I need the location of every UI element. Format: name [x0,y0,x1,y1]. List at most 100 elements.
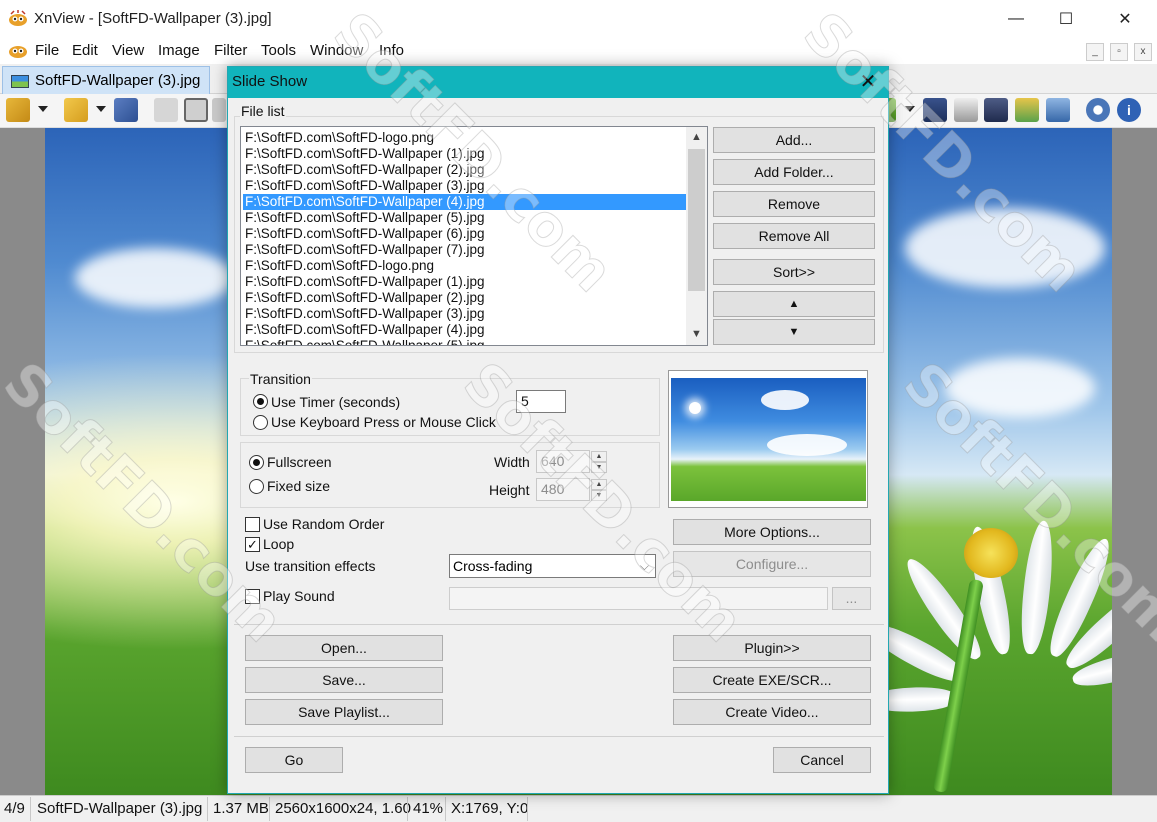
file-list-item[interactable]: F:\SoftFD.com\SoftFD-logo.png [243,130,687,146]
height-label: Height [489,482,530,498]
transition-effect-select[interactable]: Cross-fading ⌵ [449,554,656,578]
plugin-button[interactable]: Plugin>> [673,635,871,661]
scroll-down-icon[interactable]: ▼ [686,324,707,344]
mdi-restore-button[interactable]: ▫ [1110,43,1128,61]
fixed-size-label: Fixed size [267,478,331,494]
browse-sound-button[interactable]: ... [832,587,871,610]
go-button[interactable]: Go [245,747,343,773]
save-playlist-button[interactable]: Save Playlist... [245,699,443,725]
status-filename: SoftFD-Wallpaper (3).jpg [37,800,203,817]
height-spin-up-icon[interactable]: ▲ [591,479,607,490]
fixed-size-radio[interactable] [249,479,264,494]
file-list-item[interactable]: F:\SoftFD.com\SoftFD-Wallpaper (1).jpg [243,274,687,290]
mdi-minimize-button[interactable]: _ [1086,43,1104,61]
chevron-down-icon[interactable] [96,106,106,112]
more-options-button[interactable]: More Options... [673,519,871,545]
binoculars-icon[interactable] [923,98,947,122]
scroll-thumb[interactable] [688,149,705,291]
open-folder-icon[interactable] [64,98,88,122]
undo-icon[interactable] [154,98,178,122]
transition-effects-label: Use transition effects [245,558,376,574]
width-spin-up-icon[interactable]: ▲ [591,451,607,462]
maximize-button[interactable]: ☐ [1043,0,1089,38]
cancel-button[interactable]: Cancel [773,747,871,773]
save-icon[interactable] [114,98,138,122]
keyboard-mouse-label: Use Keyboard Press or Mouse Click [271,414,496,430]
dialog-close-button[interactable]: ✕ [852,68,884,96]
file-list-item[interactable]: F:\SoftFD.com\SoftFD-Wallpaper (1).jpg [243,146,687,162]
mdi-close-button[interactable]: x [1134,43,1152,61]
file-list-item[interactable]: F:\SoftFD.com\SoftFD-Wallpaper (7).jpg [243,242,687,258]
scanner-icon[interactable] [984,98,1008,122]
file-listbox[interactable]: F:\SoftFD.com\SoftFD-logo.png F:\SoftFD.… [240,126,708,346]
remove-all-button[interactable]: Remove All [713,223,875,249]
file-list-item[interactable]: F:\SoftFD.com\SoftFD-Wallpaper (4).jpg [243,322,687,338]
file-list-item-selected[interactable]: F:\SoftFD.com\SoftFD-Wallpaper (4).jpg [243,194,687,210]
timer-seconds-input[interactable]: 5 [516,390,566,413]
fullscreen-radio[interactable] [249,455,264,470]
add-button[interactable]: Add... [713,127,875,153]
move-up-button[interactable]: ▲ [713,291,875,317]
file-list-item[interactable]: F:\SoftFD.com\SoftFD-Wallpaper (3).jpg [243,178,687,194]
create-video-button[interactable]: Create Video... [673,699,871,725]
save-button[interactable]: Save... [245,667,443,693]
random-order-checkbox[interactable] [245,517,260,532]
wallpaper-icon[interactable] [1015,98,1039,122]
status-index: 4/9 [4,800,25,817]
print-icon[interactable] [954,98,978,122]
file-list-item[interactable]: F:\SoftFD.com\SoftFD-Wallpaper (2).jpg [243,162,687,178]
flower-center [964,528,1018,578]
use-timer-radio[interactable] [253,394,268,409]
file-list-item[interactable]: F:\SoftFD.com\SoftFD-Wallpaper (5).jpg [243,338,687,345]
chevron-down-icon: ⌵ [639,559,649,573]
info-icon[interactable]: i [1117,98,1141,122]
browser-icon[interactable] [6,98,30,122]
move-down-button[interactable]: ▼ [713,319,875,345]
play-sound-checkbox[interactable] [245,589,260,604]
loop-checkbox[interactable]: ✓ [245,537,260,552]
document-tab[interactable]: SoftFD-Wallpaper (3).jpg [2,66,210,96]
file-list-item[interactable]: F:\SoftFD.com\SoftFD-logo.png [243,258,687,274]
width-spin-down-icon[interactable]: ▼ [591,462,607,473]
sound-path-input[interactable] [449,587,828,610]
chevron-down-icon[interactable] [905,106,915,112]
transition-group-label: Transition [249,371,312,387]
capture-icon[interactable] [1046,98,1070,122]
sort-button[interactable]: Sort>> [713,259,875,285]
transition-effect-value: Cross-fading [453,558,533,574]
minimize-button[interactable]: — [993,0,1039,38]
file-list-item[interactable]: F:\SoftFD.com\SoftFD-Wallpaper (2).jpg [243,290,687,306]
close-window-button[interactable]: ✕ [1102,0,1148,38]
file-list-item[interactable]: F:\SoftFD.com\SoftFD-Wallpaper (5).jpg [243,210,687,226]
menu-filter[interactable]: Filter [214,42,247,59]
add-folder-button[interactable]: Add Folder... [713,159,875,185]
file-list-item[interactable]: F:\SoftFD.com\SoftFD-Wallpaper (3).jpg [243,306,687,322]
width-input[interactable]: 640 [536,450,590,473]
height-input[interactable]: 480 [536,478,590,501]
menu-file[interactable]: File [35,42,59,59]
keyboard-mouse-radio[interactable] [253,415,268,430]
image-file-icon [11,75,29,88]
document-menu-icon[interactable] [8,42,28,60]
chevron-down-icon[interactable] [38,106,48,112]
menu-image[interactable]: Image [158,42,200,59]
open-button[interactable]: Open... [245,635,443,661]
crop-icon[interactable] [184,98,208,122]
menu-tools[interactable]: Tools [261,42,296,59]
file-list[interactable]: F:\SoftFD.com\SoftFD-logo.png F:\SoftFD.… [243,130,687,345]
remove-button[interactable]: Remove [713,191,875,217]
configure-button[interactable]: Configure... [673,551,871,577]
scroll-up-icon[interactable]: ▲ [686,127,707,147]
use-timer-label: Use Timer (seconds) [271,394,401,410]
status-cursor: X:1769, Y:0 [451,800,529,817]
rotate-icon[interactable] [212,98,226,122]
menu-view[interactable]: View [112,42,144,59]
menu-info[interactable]: Info [379,42,404,59]
create-exe-button[interactable]: Create EXE/SCR... [673,667,871,693]
menu-edit[interactable]: Edit [72,42,98,59]
menu-window[interactable]: Window [310,42,363,59]
file-list-item[interactable]: F:\SoftFD.com\SoftFD-Wallpaper (6).jpg [243,226,687,242]
settings-gear-icon[interactable] [1086,98,1110,122]
dialog-titlebar [228,67,888,98]
height-spin-down-icon[interactable]: ▼ [591,490,607,501]
